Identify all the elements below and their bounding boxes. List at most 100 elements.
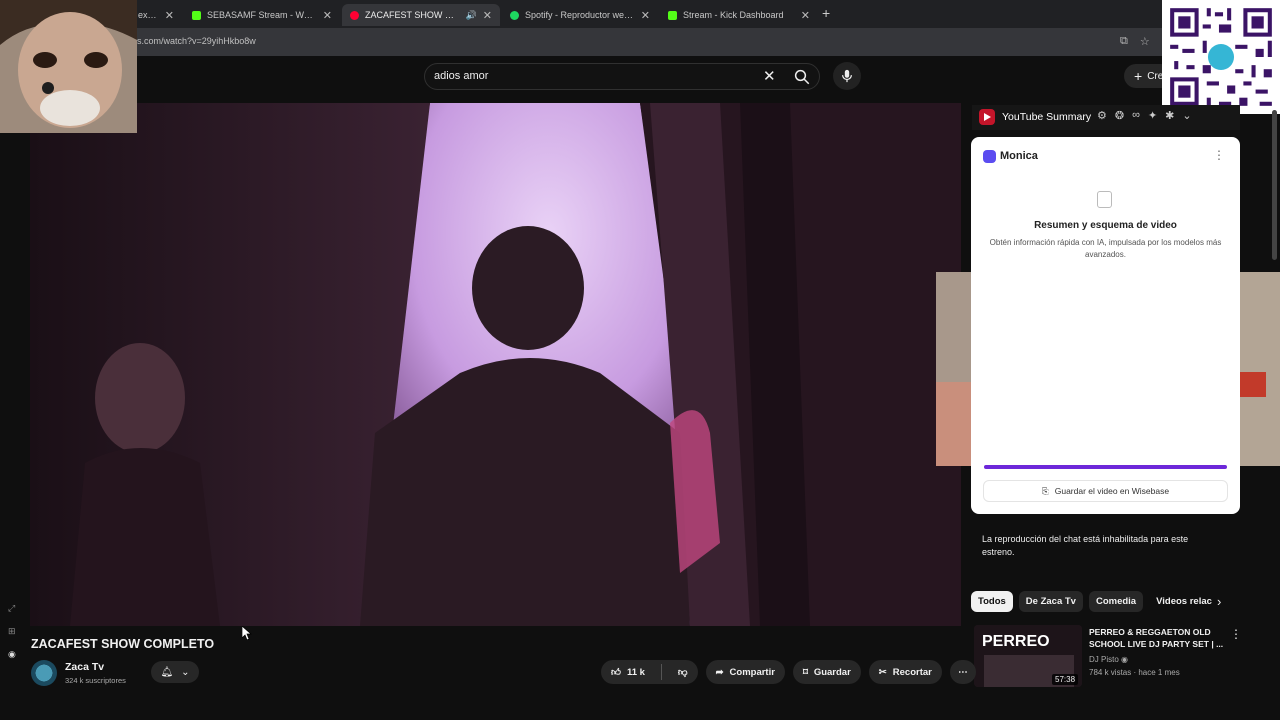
speaker-icon[interactable]: 🔊 [466, 10, 477, 21]
bookmark-icon: ⎘ [1041, 485, 1049, 496]
save-wisebase-button[interactable]: ⎘ Guardar el video en Wisebase [983, 480, 1228, 502]
video-player[interactable] [30, 103, 961, 626]
monica-logo-icon [983, 150, 996, 163]
extension-title: YouTube Summary [1002, 111, 1092, 123]
tab-3[interactable]: Spotify - Reproductor web: mú ✕ [502, 4, 658, 26]
url-field[interactable]: s.com/watch?v=29yihHkbo8w [137, 36, 256, 46]
like-button[interactable]: 👍︎ 11 k [601, 660, 655, 684]
tab-4[interactable]: Stream - Kick Dashboard ✕ [660, 4, 818, 26]
robot-icon[interactable]: ⚙ [1097, 109, 1107, 122]
tab-title: Stream - Kick Dashboard [683, 10, 784, 20]
like-count: 11 k [626, 666, 645, 678]
clip-label: Recortar [892, 666, 932, 678]
subscriber-count: 324 k suscriptores [65, 676, 126, 685]
share-label: Compartir [729, 666, 775, 678]
monica-title: Monica [1000, 150, 1038, 162]
qr-code-image [1162, 0, 1280, 114]
thumbs-down-icon: 👎︎ [677, 667, 688, 678]
chip-all[interactable]: Todos [971, 591, 1013, 612]
more-vert-icon[interactable]: ⋮ [1213, 148, 1225, 162]
chevron-down-icon[interactable]: ⌄ [1182, 109, 1191, 122]
extension-toolbar: ⚙ ❂ ∞ ✦ ✱ ⌄ [1097, 109, 1192, 122]
verified-icon: ◉ [1121, 655, 1129, 664]
notifications-button[interactable]: 🔔︎ ⌄ [151, 661, 199, 683]
star-icon[interactable]: ☆ [1140, 35, 1150, 48]
plus-icon: + [1134, 68, 1143, 84]
left-overlay-icons: ⤢ ⊞ ◉ [8, 603, 16, 660]
search-value[interactable]: adios amor [434, 70, 488, 82]
close-icon[interactable]: ✕ [483, 9, 492, 22]
more-vert-icon[interactable]: ⋮ [1230, 627, 1242, 641]
document-icon [1097, 191, 1112, 208]
chip-comedy[interactable]: Comedia [1088, 591, 1144, 612]
more-horiz-icon: ⋯ [958, 666, 968, 678]
glasses-icon[interactable]: ∞ [1132, 109, 1140, 122]
filter-chips: Todos De Zaca Tv Comedia Videos relac [971, 591, 1219, 612]
thumbnail-text: PERREO [982, 633, 1050, 650]
divider [660, 664, 662, 680]
qr-code [1162, 0, 1280, 114]
kick-icon [668, 10, 677, 20]
voice-search-button[interactable] [833, 62, 861, 90]
install-icon[interactable]: ⧉ [1120, 35, 1128, 48]
channel-name[interactable]: Zaca Tv [65, 661, 104, 673]
youtube-icon [350, 10, 359, 20]
tab-title: ZACAFEST SHOW COMPLETO [365, 10, 460, 20]
mouse-cursor-icon [242, 626, 252, 640]
tab-0[interactable]: exofic ✕ [130, 4, 182, 26]
close-icon[interactable]: ✕ [323, 9, 332, 22]
tab-title: SEBASAMF Stream - Watch Live [207, 10, 317, 20]
share-button[interactable]: ➦ Compartir [705, 660, 785, 684]
like-dislike-group: 👍︎ 11 k 👎︎ [601, 660, 698, 684]
address-bar-icons: ⧉ ☆ [1120, 35, 1150, 48]
webcam-image [0, 0, 137, 133]
search-icon[interactable] [793, 68, 811, 86]
recommendation-title[interactable]: PERREO & REGGAETON OLD SCHOOL LIVE DJ PA… [1089, 626, 1227, 650]
webcam-overlay-top [0, 0, 137, 133]
sparkle-icon[interactable]: ✦ [1148, 109, 1157, 122]
tab-1[interactable]: SEBASAMF Stream - Watch Live ✕ [184, 4, 340, 26]
settings-icon[interactable]: ✱ [1165, 109, 1174, 122]
video-actions: 👍︎ 11 k 👎︎ ➦ Compartir ⌑ Guardar ✂ Recor… [601, 660, 976, 684]
bookmark-icon: ⌑ [802, 666, 808, 678]
grid-icon[interactable]: ⊞ [8, 626, 16, 637]
youtube-summary-logo-icon [979, 109, 995, 125]
tab-title: exofic [138, 10, 159, 20]
mic-icon [842, 69, 852, 83]
wisebase-label: Guardar el video en Wisebase [1054, 486, 1170, 496]
recommendation-channel[interactable]: DJ Pisto ◉ [1089, 655, 1128, 664]
share-icon: ➦ [715, 666, 724, 678]
summary-description: Obtén información rápida con IA, impulsa… [989, 238, 1222, 259]
video-title: ZACAFEST SHOW COMPLETO [31, 637, 215, 651]
chip-related[interactable]: Videos relac [1149, 591, 1219, 612]
openai-icon[interactable]: ❂ [1115, 109, 1124, 122]
more-actions-button[interactable]: ⋯ [949, 660, 976, 684]
chat-disabled-note: La reproducción del chat está inhabilita… [982, 534, 1189, 557]
spotify-icon [510, 10, 519, 20]
close-icon[interactable]: ✕ [165, 9, 174, 22]
close-icon[interactable]: ✕ [801, 9, 810, 22]
clear-search-icon[interactable]: ✕ [763, 67, 776, 85]
tab-2[interactable]: ZACAFEST SHOW COMPLETO 🔊 ✕ [342, 4, 500, 26]
chip-channel[interactable]: De Zaca Tv [1018, 591, 1083, 612]
save-label: Guardar [813, 666, 851, 678]
video-frame [30, 103, 961, 626]
discord-icon[interactable]: ◉ [8, 649, 16, 660]
new-tab-icon[interactable]: + [822, 5, 830, 21]
recommendation-meta: 784 k vistas · hace 1 mes [1089, 668, 1180, 677]
kick-icon [192, 10, 201, 20]
chevron-right-icon[interactable]: › [1217, 594, 1221, 609]
save-button[interactable]: ⌑ Guardar [792, 660, 861, 684]
tab-title: Spotify - Reproductor web: mú [525, 10, 635, 20]
summary-title[interactable]: Resumen y esquema de video [971, 220, 1240, 231]
bell-icon: 🔔︎ [160, 666, 174, 678]
close-icon[interactable]: ✕ [641, 9, 650, 22]
create-label: Cre [1147, 70, 1164, 82]
panel-scrollbar[interactable] [1272, 110, 1277, 260]
clip-button[interactable]: ✂ Recortar [868, 660, 942, 684]
scissors-icon: ✂ [878, 666, 887, 678]
channel-avatar[interactable] [31, 660, 57, 686]
duration-badge: 57:38 [1052, 674, 1079, 685]
dislike-button[interactable]: 👎︎ [668, 660, 698, 684]
expand-icon[interactable]: ⤢ [8, 603, 16, 614]
